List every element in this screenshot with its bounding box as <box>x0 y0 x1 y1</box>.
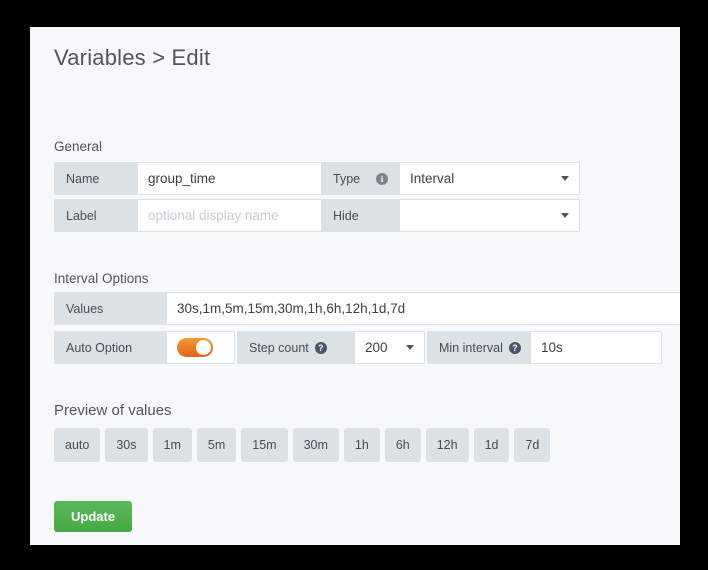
values-input[interactable]: 30s,1m,5m,15m,30m,1h,6h,12h,1d,7d <box>167 292 680 325</box>
field-type-label: Type i <box>321 162 400 195</box>
field-hide: Hide <box>321 199 580 232</box>
field-min-interval-label-text: Min interval <box>439 340 503 355</box>
field-values-label-text: Values <box>66 301 104 316</box>
hide-select[interactable] <box>400 199 580 232</box>
field-auto-option: Auto Option <box>54 331 235 364</box>
chevron-down-icon <box>561 213 569 218</box>
field-min-interval: Min interval ? 10s <box>427 331 662 364</box>
step-count-select[interactable]: 200 <box>355 331 425 364</box>
preview-chip[interactable]: auto <box>54 428 101 462</box>
field-name-label-text: Name <box>66 171 100 186</box>
preview-chip[interactable]: 30s <box>105 428 148 462</box>
info-icon[interactable]: i <box>376 172 388 185</box>
type-select[interactable]: Interval <box>400 162 580 195</box>
preview-values-list: auto 30s 1m 5m 15m 30m 1h 6h 12h 1d 7d <box>54 428 551 462</box>
min-interval-input[interactable]: 10s <box>531 331 662 364</box>
step-count-value: 200 <box>365 340 388 355</box>
preview-chip[interactable]: 6h <box>384 428 421 462</box>
page-title: Variables > Edit <box>54 45 211 70</box>
field-type-label-text: Type <box>333 171 361 186</box>
preview-chip[interactable]: 30m <box>292 428 339 462</box>
field-values-label: Values <box>54 292 167 325</box>
preview-chip[interactable]: 7d <box>514 428 551 462</box>
chevron-down-icon <box>406 345 414 350</box>
field-step-count: Step count ? 200 <box>237 331 425 364</box>
field-label-label: Label <box>54 199 138 232</box>
help-icon[interactable]: ? <box>314 341 327 354</box>
field-hide-label: Hide <box>321 199 400 232</box>
preview-chip[interactable]: 15m <box>241 428 288 462</box>
section-heading-interval-options: Interval Options <box>54 271 149 286</box>
section-heading-general: General <box>54 139 103 154</box>
label-input[interactable]: optional display name <box>138 199 339 232</box>
type-select-value: Interval <box>410 171 455 186</box>
preview-chip[interactable]: 1d <box>473 428 510 462</box>
preview-chip[interactable]: 12h <box>425 428 469 462</box>
variables-edit-panel: Variables > Edit General Name group_time… <box>30 27 680 545</box>
auto-option-toggle-cell[interactable] <box>167 331 235 364</box>
field-name-label: Name <box>54 162 138 195</box>
help-icon[interactable]: ? <box>508 341 521 354</box>
chevron-down-icon <box>561 176 569 181</box>
field-step-count-label-text: Step count <box>249 340 309 355</box>
field-type: Type i Interval <box>321 162 580 195</box>
name-input[interactable]: group_time <box>138 162 339 195</box>
field-auto-option-label-text: Auto Option <box>66 340 133 355</box>
field-auto-option-label: Auto Option <box>54 331 167 364</box>
field-label: Label optional display name <box>54 199 339 232</box>
update-button[interactable]: Update <box>54 501 133 532</box>
field-min-interval-label: Min interval ? <box>427 331 531 364</box>
preview-chip[interactable]: 5m <box>196 428 237 462</box>
section-heading-preview: Preview of values <box>54 402 172 419</box>
field-step-count-label: Step count ? <box>237 331 355 364</box>
field-name: Name group_time <box>54 162 339 195</box>
field-label-label-text: Label <box>66 208 97 223</box>
field-hide-label-text: Hide <box>333 208 359 223</box>
toggle-knob <box>196 340 211 355</box>
preview-chip[interactable]: 1m <box>152 428 192 462</box>
auto-option-toggle[interactable] <box>177 338 213 357</box>
field-values: Values 30s,1m,5m,15m,30m,1h,6h,12h,1d,7d <box>54 292 680 325</box>
preview-chip[interactable]: 1h <box>343 428 380 462</box>
